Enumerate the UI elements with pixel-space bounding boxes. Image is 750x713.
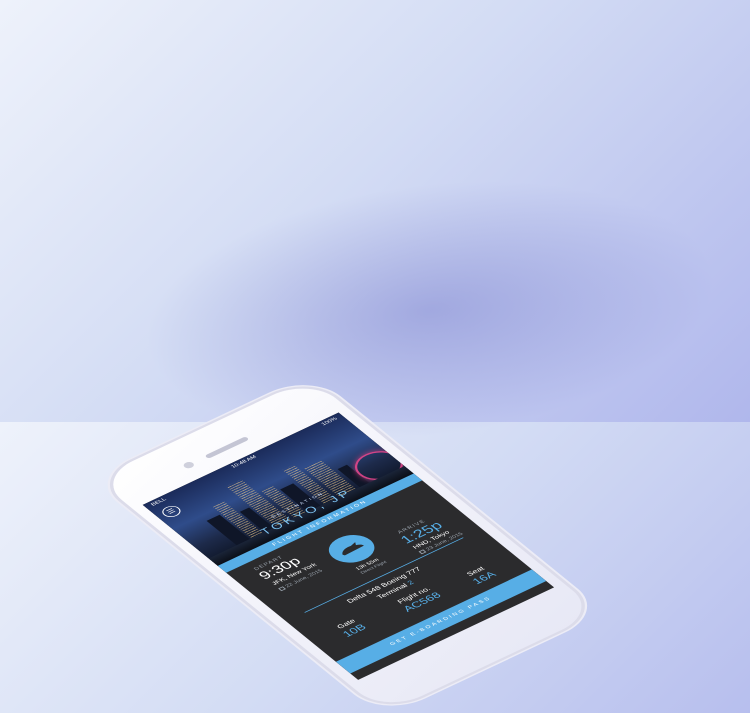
earpiece-speaker	[204, 436, 250, 459]
app-screen: BELL 10:48 AM 100% ☰ DESTINATION TOKYO, …	[142, 412, 555, 680]
calendar-icon	[418, 549, 427, 555]
front-camera	[181, 460, 196, 470]
e-boarding-pass-button[interactable]: GET E-BOARDING PASS	[335, 569, 547, 674]
calendar-icon	[278, 586, 287, 592]
airplane-icon	[342, 542, 364, 556]
list-icon: ☰	[164, 507, 178, 516]
